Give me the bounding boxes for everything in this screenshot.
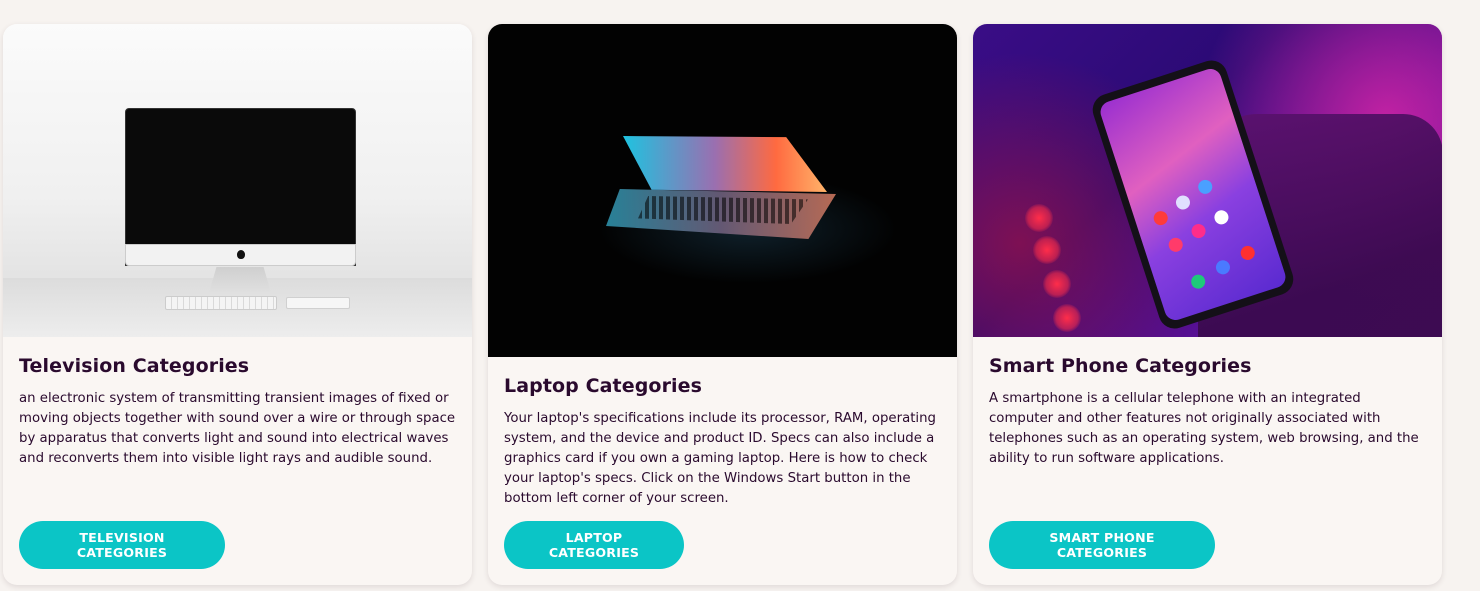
app-icon: [1238, 244, 1257, 262]
television-card: Television Categories an electronic syst…: [3, 24, 472, 585]
card-description: Your laptop's specifications include its…: [504, 411, 936, 506]
app-icon: [1166, 235, 1185, 254]
apple-logo-icon: [237, 250, 245, 259]
card-title: Television Categories: [19, 355, 250, 377]
television-card-image: [3, 24, 472, 337]
card-description: an electronic system of transmitting tra…: [19, 391, 456, 466]
television-card-body: Television Categories an electronic syst…: [3, 355, 472, 469]
monitor-stand: [209, 267, 271, 293]
app-icon: [1214, 258, 1232, 277]
laptop-lid: [623, 136, 827, 192]
app-icon: [1151, 209, 1170, 227]
bokeh-light: [1025, 204, 1053, 232]
keyboard: [165, 296, 277, 310]
television-categories-button[interactable]: TELEVISION CATEGORIES: [19, 521, 225, 569]
app-icon: [1212, 208, 1231, 227]
app-icon: [1189, 222, 1208, 240]
card-title: Laptop Categories: [504, 375, 703, 397]
laptop-card: Laptop Categories Your laptop's specific…: [488, 24, 957, 585]
monitor-photo: [3, 24, 472, 337]
bokeh-light: [1053, 304, 1081, 332]
laptop-card-image: [488, 24, 957, 357]
bokeh-light: [1033, 236, 1061, 264]
trackpad: [286, 297, 350, 309]
smartphone-photo: [973, 24, 1442, 337]
app-icon: [1189, 272, 1208, 291]
card-title: Smart Phone Categories: [989, 355, 1252, 377]
monitor-screen: [125, 108, 356, 266]
smart-phone-card-body: Smart Phone Categories A smartphone is a…: [973, 355, 1442, 469]
smart-phone-card: Smart Phone Categories A smartphone is a…: [973, 24, 1442, 585]
app-icon: [1174, 193, 1192, 212]
app-icon: [1196, 178, 1215, 196]
smartphone: [1088, 56, 1298, 333]
bokeh-light: [1043, 270, 1071, 298]
smart-phone-card-image: [973, 24, 1442, 337]
smartphone-screen: [1097, 66, 1289, 323]
laptop-card-body: Laptop Categories Your laptop's specific…: [488, 375, 957, 509]
laptop-categories-button[interactable]: LAPTOP CATEGORIES: [504, 521, 684, 569]
laptop-photo: [488, 24, 957, 357]
card-description: A smartphone is a cellular telephone wit…: [989, 391, 1419, 466]
smart-phone-categories-button[interactable]: SMART PHONE CATEGORIES: [989, 521, 1215, 569]
